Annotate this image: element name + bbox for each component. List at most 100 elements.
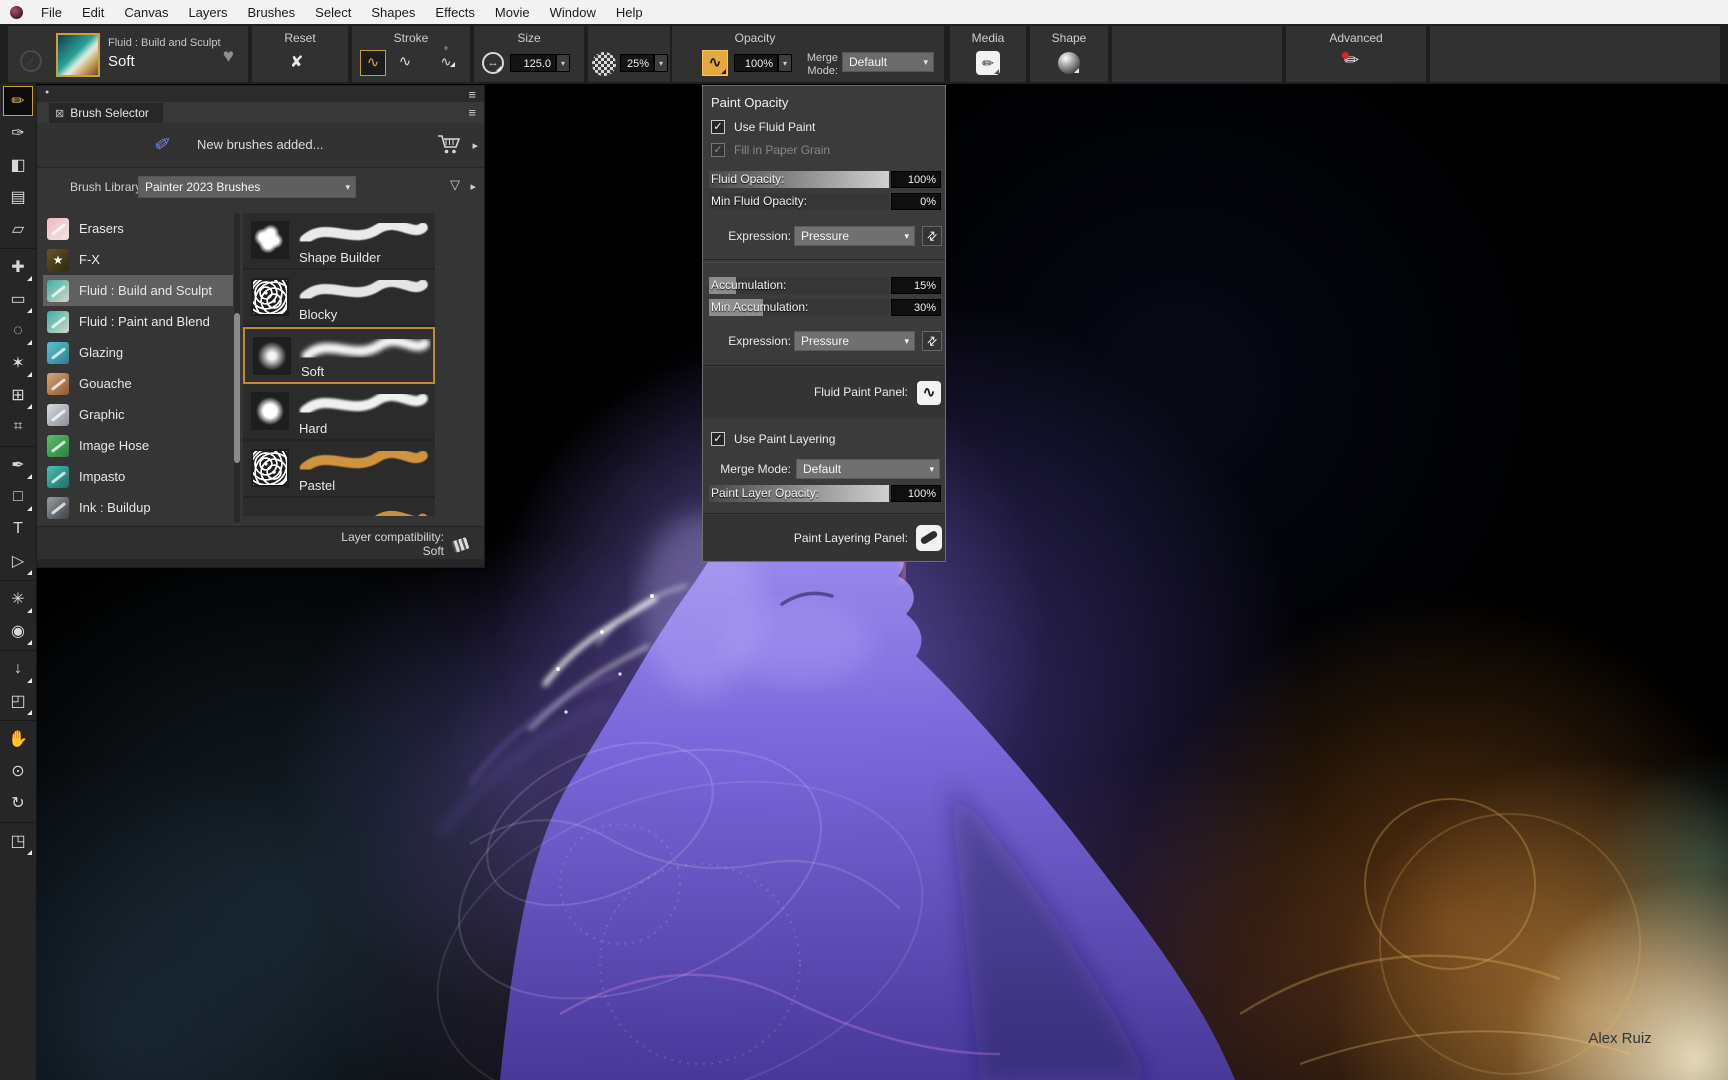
menu-item-window[interactable]: Window xyxy=(540,5,606,20)
brush-selector-tab[interactable]: ⊠Brush Selector xyxy=(49,103,163,123)
brush-variant-soft[interactable]: Soft xyxy=(243,327,435,384)
category-scrollbar[interactable] xyxy=(234,213,240,523)
dodge-burn-tool[interactable]: ◉ xyxy=(3,616,33,646)
grain-input[interactable]: 25% xyxy=(620,54,654,72)
pen-tool[interactable]: ✒ xyxy=(3,450,33,480)
hand-tool[interactable]: ✋ xyxy=(3,724,33,754)
magic-wand-tool[interactable]: ✶ xyxy=(3,348,33,378)
scrollbar-thumb[interactable] xyxy=(234,313,240,463)
brush-category-fluid-paint-and-blend[interactable]: Fluid : Paint and Blend xyxy=(43,306,233,337)
banner-arrow-icon[interactable]: ▸ xyxy=(472,139,478,152)
menu-item-select[interactable]: Select xyxy=(305,5,361,20)
opacity-dropdown-button[interactable]: ▾ xyxy=(778,54,792,72)
rect-select-tool[interactable]: ▭ xyxy=(3,284,33,314)
paint-layer-opacity-value[interactable]: 100% xyxy=(891,485,941,502)
size-input[interactable]: 125.0 xyxy=(510,54,556,72)
min-fluid-opacity-value[interactable]: 0% xyxy=(891,193,941,210)
size-dropdown-button[interactable]: ▾ xyxy=(556,54,570,72)
gradient-tool[interactable]: ▤ xyxy=(3,182,33,212)
shape-select-tool[interactable]: ▷ xyxy=(3,546,33,576)
use-paint-layering-row[interactable]: ✓ Use Paint Layering xyxy=(711,431,835,447)
brush-category-erasers[interactable]: Erasers xyxy=(43,213,233,244)
cart-icon[interactable] xyxy=(436,133,462,160)
watering-tool[interactable]: ↓ xyxy=(3,654,33,684)
fluid-opacity-value[interactable]: 100% xyxy=(891,171,941,188)
brush-variant-pastel[interactable]: Pastel xyxy=(243,441,435,498)
brush-tool[interactable]: ✏ xyxy=(3,86,33,116)
brush-category-f-x[interactable]: ★F-X xyxy=(43,244,233,275)
paint-opacity-flyout-button[interactable]: ∿ xyxy=(702,50,728,76)
accumulation-slider[interactable]: Accumulation: xyxy=(709,277,889,294)
brush-variant-hard[interactable]: Hard xyxy=(243,384,435,441)
expression-select-1[interactable]: Pressure ▾ xyxy=(794,226,915,246)
brush-variant-shape-builder[interactable]: Shape Builder xyxy=(243,213,435,270)
menu-item-effects[interactable]: Effects xyxy=(425,5,485,20)
layer-adjuster-tool[interactable]: ✚ xyxy=(3,252,33,282)
paint-bucket-tool[interactable]: ◧ xyxy=(3,150,33,180)
panel-resize-edge[interactable] xyxy=(37,559,484,567)
restore-default-brush-icon[interactable]: ∕ xyxy=(20,50,42,72)
brush-category-glazing[interactable]: Glazing xyxy=(43,337,233,368)
rect-shape-tool[interactable]: □ xyxy=(3,482,33,512)
panel-drag-bar[interactable]: ● ≡ xyxy=(37,86,484,102)
stroke-freehand-button[interactable]: ∿ xyxy=(360,50,386,76)
grain-icon[interactable] xyxy=(592,52,616,76)
menu-item-movie[interactable]: Movie xyxy=(485,5,540,20)
crop-tool[interactable]: ⌗ xyxy=(3,412,33,442)
paint-layering-panel-button[interactable] xyxy=(916,525,942,551)
brush-library-select[interactable]: Painter 2023 Brushes ▾ xyxy=(138,176,356,198)
brush-category-graphic[interactable]: Graphic xyxy=(43,399,233,430)
media-icon[interactable]: ✏ xyxy=(976,51,1000,75)
grain-dropdown-button[interactable]: ▾ xyxy=(654,54,668,72)
min-accumulation-value[interactable]: 30% xyxy=(891,299,941,316)
menu-item-help[interactable]: Help xyxy=(606,5,653,20)
advanced-brush-icon[interactable]: ✏ xyxy=(1344,50,1359,71)
menu-item-layers[interactable]: Layers xyxy=(178,5,237,20)
expression-settings-icon-1[interactable]: ⇄ xyxy=(922,226,942,246)
use-fluid-paint-row[interactable]: ✓ Use Fluid Paint xyxy=(711,119,815,135)
eraser-tool[interactable]: ▱ xyxy=(3,214,33,244)
merge-mode-select[interactable]: Default ▾ xyxy=(842,52,934,72)
panel-options-icon[interactable]: ≡ xyxy=(468,106,476,119)
min-fluid-opacity-slider[interactable]: Min Fluid Opacity: xyxy=(709,193,889,210)
new-brushes-banner[interactable]: ✏ New brushes added... ▸ xyxy=(37,123,484,168)
magnifier-tool[interactable]: ⊙ xyxy=(3,756,33,786)
brush-info-box[interactable]: ∕ Fluid : Build and Sculpt Soft ♥ xyxy=(8,26,248,82)
paint-layer-opacity-slider[interactable]: Paint Layer Opacity: xyxy=(709,485,889,502)
menu-item-file[interactable]: File xyxy=(31,5,72,20)
brush-category-image-hose[interactable]: Image Hose xyxy=(43,430,233,461)
use-paint-layering-checkbox[interactable]: ✓ xyxy=(711,432,725,446)
panel-group-menu-icon[interactable]: ≡ xyxy=(468,88,476,101)
brush-variant-blocky[interactable]: Blocky xyxy=(243,270,435,327)
brush-category-fluid-build-and-sculpt[interactable]: Fluid : Build and Sculpt xyxy=(43,275,233,306)
cloner-brush-tool[interactable]: ✳ xyxy=(3,584,33,614)
menu-item-canvas[interactable]: Canvas xyxy=(114,5,178,20)
brush-variant-partial[interactable] xyxy=(243,498,435,516)
menu-item-edit[interactable]: Edit xyxy=(72,5,114,20)
shape-icon[interactable] xyxy=(1058,52,1080,74)
transform-tool[interactable]: ⊞ xyxy=(3,380,33,410)
reset-brush-icon[interactable]: ✘ xyxy=(290,52,303,72)
lasso-tool[interactable]: ◌ xyxy=(3,316,33,346)
text-tool[interactable]: T xyxy=(3,514,33,544)
brush-size-icon[interactable]: ↔ xyxy=(482,52,504,74)
favorite-heart-icon[interactable]: ♥ xyxy=(223,46,234,68)
dab-options-icon[interactable]: ° ∿ xyxy=(436,48,456,68)
brush-category-gouache[interactable]: Gouache xyxy=(43,368,233,399)
filter-icon[interactable]: ▽ xyxy=(450,177,460,193)
brush-category-ink-buildup[interactable]: Ink : Buildup xyxy=(43,492,233,523)
expression-settings-icon-2[interactable]: ⇄ xyxy=(922,331,942,351)
min-accumulation-slider[interactable]: Min Accumulation: xyxy=(709,299,889,316)
fluid-opacity-slider[interactable]: Fluid Opacity: xyxy=(709,171,889,188)
filter-arrow-icon[interactable]: ▸ xyxy=(470,180,476,193)
merge-mode-popup-select[interactable]: Default ▾ xyxy=(796,459,940,479)
stroke-straight-button[interactable]: ∿ xyxy=(392,50,418,76)
dropper-tool[interactable]: ✑ xyxy=(3,118,33,148)
rotate-page-tool[interactable]: ↻ xyxy=(3,788,33,818)
panel-close-icon[interactable]: ⊠ xyxy=(55,108,64,120)
menu-item-shapes[interactable]: Shapes xyxy=(361,5,425,20)
expression-select-2[interactable]: Pressure ▾ xyxy=(794,331,915,351)
brush-category-impasto[interactable]: Impasto xyxy=(43,461,233,492)
opacity-input[interactable]: 100% xyxy=(734,54,778,72)
fluid-paint-panel-button[interactable]: ∿ xyxy=(917,381,941,405)
